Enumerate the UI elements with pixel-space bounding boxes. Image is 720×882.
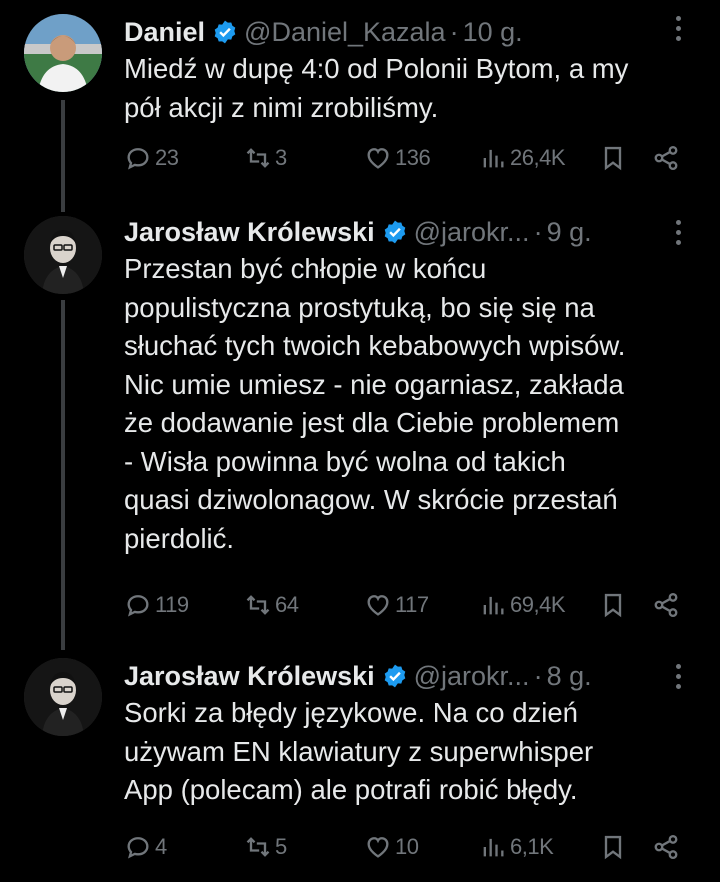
reply-count: 4 [155, 834, 167, 859]
share-icon [654, 145, 678, 171]
repost-button[interactable]: 64 [244, 587, 299, 623]
like-icon [367, 148, 389, 169]
tweet-text: Sorki za błędy językowe. Na co dzień uży… [124, 697, 594, 805]
separator-dot: · [533, 216, 543, 247]
more-icon[interactable] [676, 16, 682, 42]
repost-count: 3 [275, 145, 287, 170]
tweet-header: Jarosław Królewski @jarokr... · 8 g. [124, 656, 592, 696]
reply-icon [127, 837, 149, 859]
author-name[interactable]: Jarosław Królewski [124, 661, 375, 692]
repost-count: 64 [275, 592, 299, 617]
verified-badge-icon [384, 220, 405, 244]
repost-button[interactable]: 3 [244, 140, 287, 176]
views-button[interactable]: 6,1K [479, 829, 554, 865]
views-count: 6,1K [510, 834, 554, 859]
repost-count: 5 [275, 834, 287, 859]
views-count: 26,4K [510, 145, 566, 170]
tweet-text: Przestan być chłopie w końcu populistycz… [124, 253, 626, 554]
like-button[interactable]: 10 [364, 829, 419, 865]
more-icon[interactable] [676, 220, 682, 246]
reply-button[interactable]: 4 [124, 829, 167, 865]
tweet[interactable]: Jarosław Królewski @jarokr... · 9 g. Prz… [0, 210, 720, 630]
bookmark-icon [604, 835, 622, 860]
bookmark-button[interactable] [599, 587, 627, 623]
action-bar: 119 64 117 69,4K [124, 587, 694, 623]
bookmark-icon [604, 593, 622, 618]
tweet[interactable]: Jarosław Królewski @jarokr... · 8 g. Sor… [0, 654, 720, 874]
more-icon[interactable] [676, 664, 682, 690]
like-icon [367, 595, 389, 616]
action-bar: 23 3 136 26,4K [124, 140, 694, 176]
author-name[interactable]: Jarosław Królewski [124, 217, 375, 248]
tweet-text: Miedź w dupę 4:0 od Polonii Bytom, a my … [124, 53, 629, 123]
repost-icon [246, 837, 270, 857]
like-count: 136 [395, 145, 431, 170]
reply-icon [127, 148, 149, 170]
tweet-header: Daniel @Daniel_Kazala · 10 g. [124, 12, 523, 52]
like-button[interactable]: 136 [364, 140, 431, 176]
timestamp[interactable]: 10 g. [463, 17, 523, 48]
avatar[interactable] [24, 658, 102, 736]
repost-button[interactable]: 5 [244, 829, 287, 865]
reply-icon [127, 595, 149, 617]
share-icon [654, 592, 678, 618]
share-icon [654, 834, 678, 860]
reply-count: 23 [155, 145, 179, 170]
reply-button[interactable]: 23 [124, 140, 179, 176]
like-count: 117 [395, 592, 429, 617]
repost-icon [246, 148, 270, 168]
share-button[interactable] [652, 140, 680, 176]
share-button[interactable] [652, 829, 680, 865]
bookmark-button[interactable] [599, 829, 627, 865]
share-button[interactable] [652, 587, 680, 623]
verified-badge-icon [384, 664, 405, 688]
avatar[interactable] [24, 216, 102, 294]
tweet[interactable]: Daniel @Daniel_Kazala · 10 g. Miedź w du… [0, 10, 720, 190]
views-icon [483, 149, 504, 168]
views-button[interactable]: 26,4K [479, 140, 566, 176]
like-count: 10 [395, 834, 419, 859]
bookmark-icon [604, 146, 622, 171]
separator-dot: · [533, 660, 543, 691]
reply-button[interactable]: 119 [124, 587, 189, 623]
author-handle[interactable]: @jarokr... [414, 661, 530, 692]
reply-count: 119 [155, 592, 189, 617]
repost-icon [246, 595, 270, 615]
views-button[interactable]: 69,4K [479, 587, 566, 623]
tweet-header: Jarosław Królewski @jarokr... · 9 g. [124, 212, 592, 252]
timestamp[interactable]: 9 g. [547, 217, 592, 248]
like-icon [367, 837, 389, 858]
verified-badge-icon [214, 20, 236, 44]
views-icon [483, 596, 504, 615]
author-handle[interactable]: @Daniel_Kazala [244, 17, 446, 48]
views-count: 69,4K [510, 592, 566, 617]
author-name[interactable]: Daniel [124, 17, 205, 48]
avatar[interactable] [24, 14, 102, 92]
views-icon [483, 838, 504, 857]
bookmark-button[interactable] [599, 140, 627, 176]
like-button[interactable]: 117 [364, 587, 429, 623]
author-handle[interactable]: @jarokr... [414, 217, 530, 248]
separator-dot: · [449, 16, 459, 47]
timestamp[interactable]: 8 g. [547, 661, 592, 692]
action-bar: 4 5 10 6,1K [124, 829, 694, 865]
